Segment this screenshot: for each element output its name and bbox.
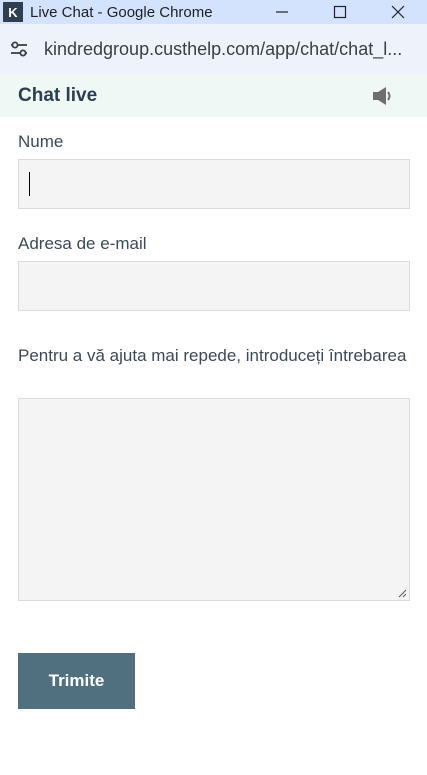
speaker-icon[interactable] [372, 85, 394, 107]
submit-button[interactable]: Trimite [18, 653, 135, 709]
window-controls [253, 0, 427, 24]
close-icon[interactable] [369, 0, 427, 24]
name-label: Nume [18, 132, 64, 151]
chat-title: Chat live [18, 84, 98, 106]
email-label: Adresa de e-mail [18, 234, 147, 253]
chat-header: Chat live [0, 74, 427, 117]
window-title: Live Chat - Google Chrome [30, 3, 213, 21]
text-caret [29, 172, 30, 196]
question-textarea[interactable] [18, 398, 410, 601]
minimize-icon[interactable] [253, 0, 311, 24]
app-logo-icon: K [3, 2, 23, 22]
name-field[interactable] [18, 159, 410, 209]
address-bar: kindredgroup.custhelp.com/app/chat/chat_… [0, 24, 427, 74]
url-field[interactable]: kindredgroup.custhelp.com/app/chat/chat_… [44, 39, 404, 60]
window-titlebar: K Live Chat - Google Chrome [0, 0, 427, 24]
question-label: Pentru a vă ajuta mai repede, introduceț… [18, 346, 407, 365]
app-logo-letter: K [8, 4, 18, 20]
resize-grip-icon[interactable] [397, 588, 407, 598]
maximize-icon[interactable] [311, 0, 369, 24]
email-field[interactable] [18, 261, 410, 311]
tune-icon[interactable] [6, 36, 32, 62]
